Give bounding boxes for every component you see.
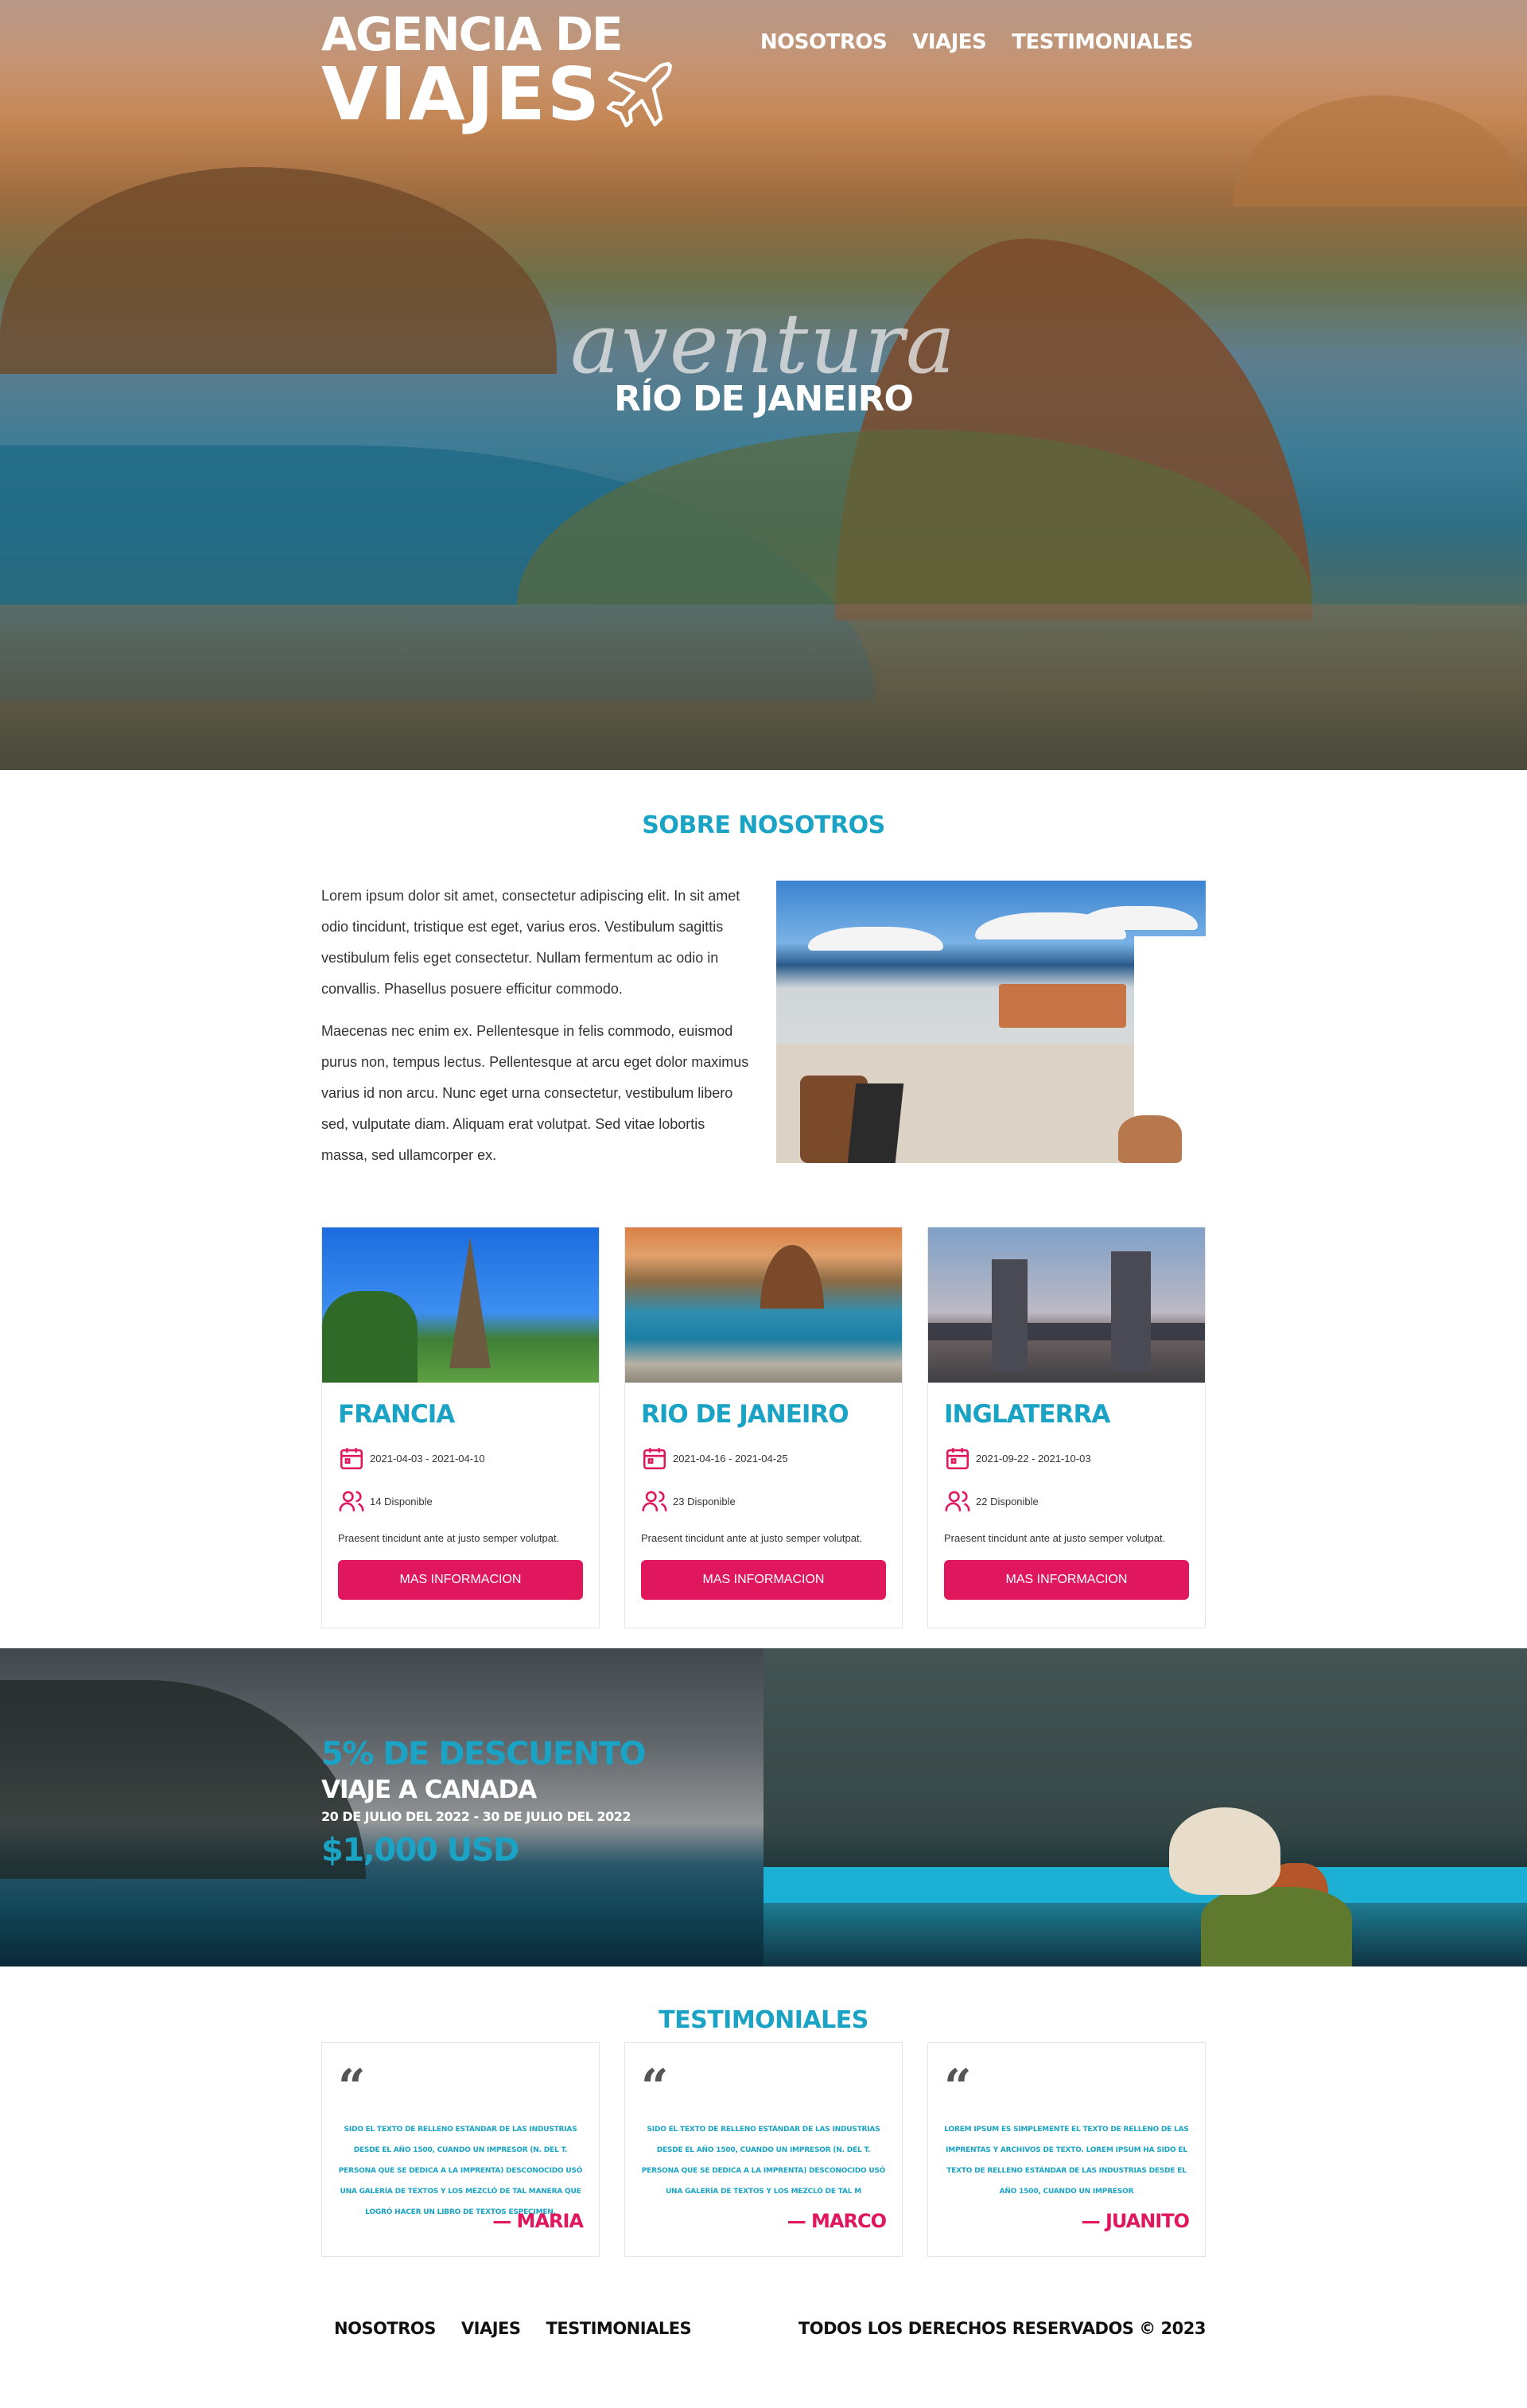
about-image [776, 881, 1206, 1163]
trip-availability-text: 22 Disponible [976, 1495, 1039, 1507]
trip-dates: 2021-04-03 - 2021-04-10 [338, 1445, 583, 1472]
calendar-icon [340, 1448, 363, 1470]
about-text: Lorem ipsum dolor sit amet, consectetur … [321, 881, 751, 1171]
trip-description: Praesent tincidunt ante at justo semper … [944, 1532, 1166, 1544]
hero-city: RÍO DE JANEIRO [614, 379, 914, 419]
promo-lake [764, 1867, 1527, 1903]
quote-icon: “ [944, 2060, 972, 2115]
calendar-icon [643, 1448, 666, 1470]
promo-destination: VIAJE A CANADA [321, 1776, 537, 1804]
testimonials-title: TESTIMONIALES [659, 2006, 868, 2034]
trip-card-inglaterra: INGLATERRA 2021-09-22 - 2021-10-03 22 Di… [927, 1227, 1206, 1628]
quote-icon: “ [641, 2060, 669, 2115]
about-image-chalkboard [847, 1083, 904, 1163]
testimonial-author: — JUANITO [1081, 2210, 1190, 2232]
trip-title: FRANCIA [338, 1400, 455, 1429]
promo-dates: 20 DE JULIO DEL 2022 - 30 DE JULIO DEL 2… [321, 1809, 631, 1824]
trip-card-rio: RIO DE JANEIRO 2021-04-16 - 2021-04-25 2… [624, 1227, 903, 1628]
testimonial-card: “ SIDO EL TEXTO DE RELLENO ESTÁNDAR DE L… [321, 2042, 600, 2257]
trip-title: INGLATERRA [944, 1400, 1110, 1429]
more-info-button-rio[interactable]: MAS INFORMACION [641, 1560, 886, 1600]
about-image-umbrella [808, 927, 943, 951]
trip-title: RIO DE JANEIRO [641, 1400, 849, 1429]
more-info-button-inglaterra[interactable]: MAS INFORMACION [944, 1560, 1189, 1600]
trip-availability-text: 14 Disponible [370, 1495, 433, 1507]
about-section: SOBRE NOSOTROS Lorem ipsum dolor sit ame… [0, 770, 1527, 1628]
trip-image-paris [322, 1227, 599, 1383]
about-title: SOBRE NOSOTROS [642, 811, 885, 839]
tower-bridge-tower [1111, 1251, 1151, 1371]
promo-price: $1,000 USD [321, 1832, 519, 1869]
site-logo[interactable]: AGENCIA DE VIAJES [321, 7, 678, 138]
copyright: TODOS LOS DERECHOS RESERVADOS © 2023 [798, 2319, 1206, 2338]
main-nav: NOSOTROS VIAJES TESTIMONIALES [760, 13, 1206, 54]
testimonial-text: SIDO EL TEXTO DE RELLENO ESTÁNDAR DE LAS… [338, 2126, 583, 2216]
trip-description: Praesent tincidunt ante at justo semper … [641, 1532, 863, 1544]
trip-availability: 22 Disponible [944, 1488, 1189, 1515]
users-icon [642, 1491, 667, 1511]
footer-nav: NOSOTROS VIAJES TESTIMONIALES [321, 2319, 692, 2338]
promo-person [1201, 1887, 1352, 1966]
users-icon [339, 1491, 364, 1511]
trip-description: Praesent tincidunt ante at justo semper … [338, 1532, 560, 1544]
trip-cards: FRANCIA 2021-04-03 - 2021-04-10 14 Dispo… [321, 1227, 1206, 1628]
testimonial-card: “ LOREM IPSUM ES SIMPLEMENTE EL TEXTO DE… [927, 2042, 1206, 2257]
paris-trees [322, 1291, 418, 1383]
tower-bridge-tower [992, 1259, 1028, 1371]
footer-link-nosotros[interactable]: NOSOTROS [334, 2319, 436, 2338]
testimonial-author: — MARIA [492, 2210, 584, 2232]
trip-dates: 2021-09-22 - 2021-10-03 [944, 1445, 1189, 1472]
footer-link-viajes[interactable]: VIAJES [461, 2319, 521, 2338]
calendar-icon [946, 1448, 969, 1470]
nav-link-testimoniales[interactable]: TESTIMONIALES [1012, 30, 1193, 54]
trip-dates-text: 2021-04-16 - 2021-04-25 [673, 1452, 788, 1465]
footer-link-testimoniales[interactable]: TESTIMONIALES [546, 2319, 692, 2338]
rio-peak [760, 1245, 824, 1309]
site-header: AGENCIA DE VIAJES NOSOTROS VIAJES TESTIM… [0, 0, 1527, 133]
logo-line-1: AGENCIA DE [321, 7, 624, 61]
about-paragraph-1: Lorem ipsum dolor sit amet, consectetur … [321, 888, 740, 997]
more-info-button-francia[interactable]: MAS INFORMACION [338, 1560, 583, 1600]
trip-card-francia: FRANCIA 2021-04-03 - 2021-04-10 14 Dispo… [321, 1227, 600, 1628]
about-paragraph-2: Maecenas nec enim ex. Pellentesque in fe… [321, 1023, 749, 1163]
quote-icon: “ [338, 2060, 366, 2115]
trip-availability: 23 Disponible [641, 1488, 886, 1515]
about-image-chairs [999, 984, 1126, 1028]
promo-banner: 5% DE DESCUENTO VIAJE A CANADA 20 DE JUL… [0, 1648, 1527, 1966]
about-image-pot [1118, 1115, 1182, 1163]
trip-dates-text: 2021-09-22 - 2021-10-03 [976, 1452, 1091, 1465]
users-icon [945, 1491, 970, 1511]
site-footer: NOSOTROS VIAJES TESTIMONIALES TODOS LOS … [0, 2319, 1527, 2338]
eiffel-tower [449, 1237, 491, 1368]
trip-availability: 14 Disponible [338, 1488, 583, 1515]
airplane-icon [606, 61, 673, 128]
about-image-umbrella [1078, 906, 1198, 930]
testimonial-text: LOREM IPSUM ES SIMPLEMENTE EL TEXTO DE R… [944, 2126, 1189, 2196]
trip-image-london [928, 1227, 1205, 1383]
promo-text: 5% DE DESCUENTO VIAJE A CANADA 20 DE JUL… [321, 1736, 647, 1869]
testimonial-author: — MARCO [787, 2210, 887, 2232]
promo-reflection [764, 1903, 1527, 1966]
hero-script-word: aventura [570, 295, 957, 392]
logo-line-2: VIAJES [321, 52, 601, 138]
testimonial-card: “ SIDO EL TEXTO DE RELLENO ESTÁNDAR DE L… [624, 2042, 903, 2257]
nav-link-nosotros[interactable]: NOSOTROS [760, 30, 888, 54]
trip-image-rio [625, 1227, 902, 1383]
hero-text: aventura RÍO DE JANEIRO [0, 302, 1527, 419]
hero-section: AGENCIA DE VIAJES NOSOTROS VIAJES TESTIM… [0, 0, 1527, 770]
promo-person-hat [1169, 1807, 1280, 1895]
promo-forest-right [764, 1648, 1527, 1871]
testimonials-section: TESTIMONIALES “ SIDO EL TEXTO DE RELLENO… [0, 1966, 1527, 2257]
nav-link-viajes[interactable]: VIAJES [912, 30, 987, 54]
hero-background-city [0, 605, 1527, 770]
trip-dates-text: 2021-04-03 - 2021-04-10 [370, 1452, 485, 1465]
trip-availability-text: 23 Disponible [673, 1495, 736, 1507]
tower-bridge-deck [928, 1323, 1205, 1340]
testimonial-text: SIDO EL TEXTO DE RELLENO ESTÁNDAR DE LAS… [641, 2126, 886, 2196]
promo-discount: 5% DE DESCUENTO [321, 1736, 647, 1772]
trip-dates: 2021-04-16 - 2021-04-25 [641, 1445, 886, 1472]
